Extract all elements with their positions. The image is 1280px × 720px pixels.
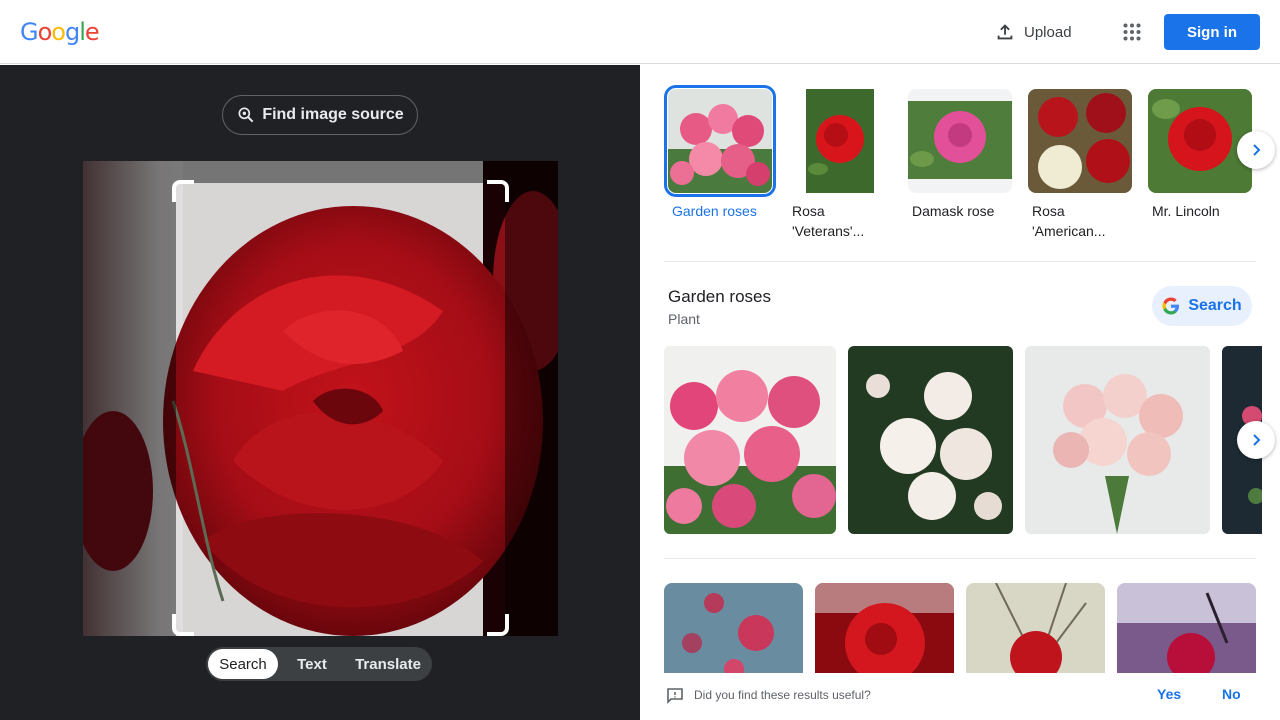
tab-search[interactable]: Search [208,649,278,679]
crop-handle-bottom-right[interactable] [487,614,509,636]
match-card-rosa-american[interactable]: Rosa 'American... [1028,89,1132,241]
match-thumbnail [664,85,776,197]
crop-dim-left [83,161,176,636]
tab-translate[interactable]: Translate [346,649,430,679]
query-image[interactable] [83,161,558,636]
gallery-next-button[interactable] [1237,421,1275,459]
top-header: Google Upload Sign in [0,0,1280,64]
grid-apps-icon [1123,23,1141,41]
lens-search-icon [238,107,254,123]
entity-search-label: Search [1188,297,1242,314]
result-image[interactable] [815,583,954,673]
result-image[interactable] [966,583,1105,673]
feedback-question: Did you find these results useful? [694,688,871,702]
gallery-image[interactable] [1025,346,1210,534]
results-pane: Garden roses Rosa 'Veterans'... Damask r… [640,65,1280,720]
match-card-mr-lincoln[interactable]: Mr. Lincoln [1148,89,1252,221]
feedback-bar: Did you find these results useful? Yes N… [640,673,1280,720]
feedback-icon [667,688,683,704]
match-thumbnail [1028,89,1132,193]
match-label: Rosa 'American... [1032,203,1106,239]
section-divider [664,261,1256,262]
find-image-source-button[interactable]: Find image source [222,95,418,135]
match-thumbnail [1148,89,1252,193]
tab-text[interactable]: Text [278,649,346,679]
crop-dim-top [176,161,505,183]
google-apps-button[interactable] [1112,12,1152,52]
match-card-garden-roses[interactable]: Garden roses [664,85,776,221]
match-thumbnail [908,89,1012,193]
upload-label: Upload [1024,23,1072,41]
result-image[interactable] [1117,583,1256,673]
matches-next-button[interactable] [1237,131,1275,169]
entity-title: Garden roses [668,287,771,306]
find-image-source-label: Find image source [262,106,404,123]
upload-button[interactable]: Upload [984,14,1082,50]
entity-search-button[interactable]: Search [1152,286,1252,326]
feedback-no-button[interactable]: No [1222,686,1241,702]
google-logo[interactable]: Google [20,18,100,46]
upload-icon [997,24,1013,40]
section-divider [664,558,1256,559]
image-preview-pane: Find image source Search Text Translate [0,65,640,720]
match-card-damask-rose[interactable]: Damask rose [908,89,1012,221]
crop-handle-top-right[interactable] [487,180,509,202]
match-label: Mr. Lincoln [1152,203,1220,219]
crop-handle-top-left[interactable] [172,180,194,202]
gallery-image[interactable] [664,346,836,534]
match-label: Garden roses [672,203,757,219]
entity-subtitle: Plant [668,311,700,327]
sign-in-button[interactable]: Sign in [1164,14,1260,50]
chevron-right-icon [1253,144,1261,156]
match-label: Rosa 'Veterans'... [792,203,865,239]
crop-dim-right [505,161,558,636]
mode-switcher: Search Text Translate [206,647,432,681]
gallery-image[interactable] [848,346,1013,534]
match-thumbnail [788,89,892,193]
google-g-icon [1162,297,1180,315]
feedback-yes-button[interactable]: Yes [1157,686,1181,702]
result-image[interactable] [664,583,803,673]
crop-handle-bottom-left[interactable] [172,614,194,636]
match-card-rosa-veterans[interactable]: Rosa 'Veterans'... [788,89,892,241]
chevron-right-icon [1253,434,1261,446]
match-label: Damask rose [912,203,995,219]
